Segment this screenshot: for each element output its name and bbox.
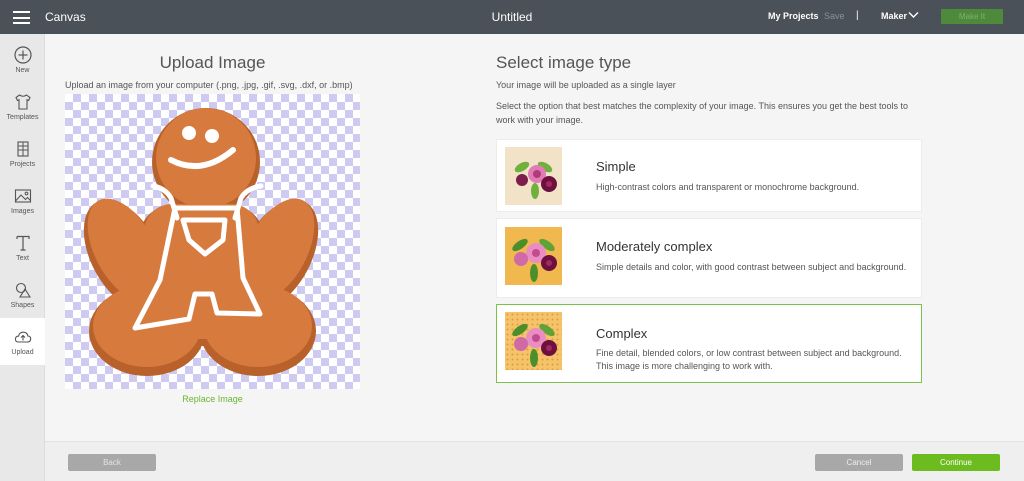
tshirt-icon: [14, 94, 31, 110]
select-type-title: Select image type: [496, 53, 632, 72]
option-description: Fine detail, blended colors, or low cont…: [596, 348, 902, 371]
projects-icon: [16, 141, 29, 157]
simple-flower-thumbnail: [505, 147, 562, 205]
gingerbread-image: [83, 108, 319, 376]
image-preview: [65, 94, 360, 389]
sidebar-item-label: Projects: [9, 161, 36, 168]
option-complex[interactable]: Complex Fine detail, blended colors, or …: [496, 304, 922, 383]
back-button[interactable]: Back: [68, 454, 156, 471]
text-icon: [15, 235, 30, 251]
moderate-flower-thumbnail: [505, 227, 562, 285]
option-name: Simple: [596, 159, 636, 174]
option-description: High-contrast colors and transparent or …: [596, 182, 860, 192]
make-it-button[interactable]: Make It: [941, 9, 1003, 24]
machine-select[interactable]: Maker: [881, 11, 907, 21]
sidebar: New Templates Projects Images Text Shape…: [0, 34, 45, 481]
sidebar-item-templates[interactable]: Templates: [0, 83, 45, 130]
sidebar-item-upload[interactable]: Upload: [0, 318, 45, 365]
document-title: Untitled: [491, 10, 533, 24]
cancel-button[interactable]: Cancel: [815, 454, 903, 471]
complex-flower-thumbnail: [505, 312, 562, 370]
option-name: Complex: [596, 326, 648, 341]
sidebar-item-new[interactable]: New: [0, 36, 45, 83]
app-title: Canvas: [45, 10, 86, 24]
plus-circle-icon: [13, 46, 32, 64]
sidebar-item-label: Upload: [11, 349, 34, 356]
shapes-icon: [15, 282, 31, 298]
sidebar-item-text[interactable]: Text: [0, 224, 45, 271]
sidebar-item-projects[interactable]: Projects: [0, 130, 45, 177]
upload-subtitle: Upload an image from your computer (.png…: [65, 80, 353, 90]
image-icon: [14, 189, 31, 203]
topbar-divider: |: [856, 10, 859, 21]
sidebar-item-label: Templates: [6, 114, 39, 121]
sidebar-item-label: New: [15, 67, 30, 74]
sidebar-item-images[interactable]: Images: [0, 177, 45, 224]
sidebar-item-label: Shapes: [10, 302, 35, 309]
replace-image-link[interactable]: Replace Image: [65, 394, 360, 404]
option-description: Simple details and color, with good cont…: [596, 262, 907, 272]
upload-title: Upload Image: [159, 53, 266, 72]
save-button[interactable]: Save: [824, 11, 845, 21]
option-simple[interactable]: Simple High-contrast colors and transpar…: [496, 139, 922, 212]
continue-button[interactable]: Continue: [912, 454, 1000, 471]
my-projects-link[interactable]: My Projects: [768, 11, 819, 21]
option-name: Moderately complex: [596, 239, 713, 254]
cloud-upload-icon: [14, 331, 31, 343]
select-type-subtitle: Your image will be uploaded as a single …: [496, 80, 676, 90]
top-bar: Canvas Untitled My Projects Save | Maker…: [0, 0, 1024, 34]
hamburger-menu-icon[interactable]: [13, 11, 30, 24]
chevron-down-icon[interactable]: [908, 11, 919, 19]
sidebar-item-label: Images: [11, 208, 34, 215]
sidebar-item-label: Text: [16, 255, 29, 262]
option-moderately-complex[interactable]: Moderately complex Simple details and co…: [496, 218, 922, 298]
sidebar-item-shapes[interactable]: Shapes: [0, 271, 45, 318]
select-type-instructions: Select the option that best matches the …: [496, 101, 909, 125]
